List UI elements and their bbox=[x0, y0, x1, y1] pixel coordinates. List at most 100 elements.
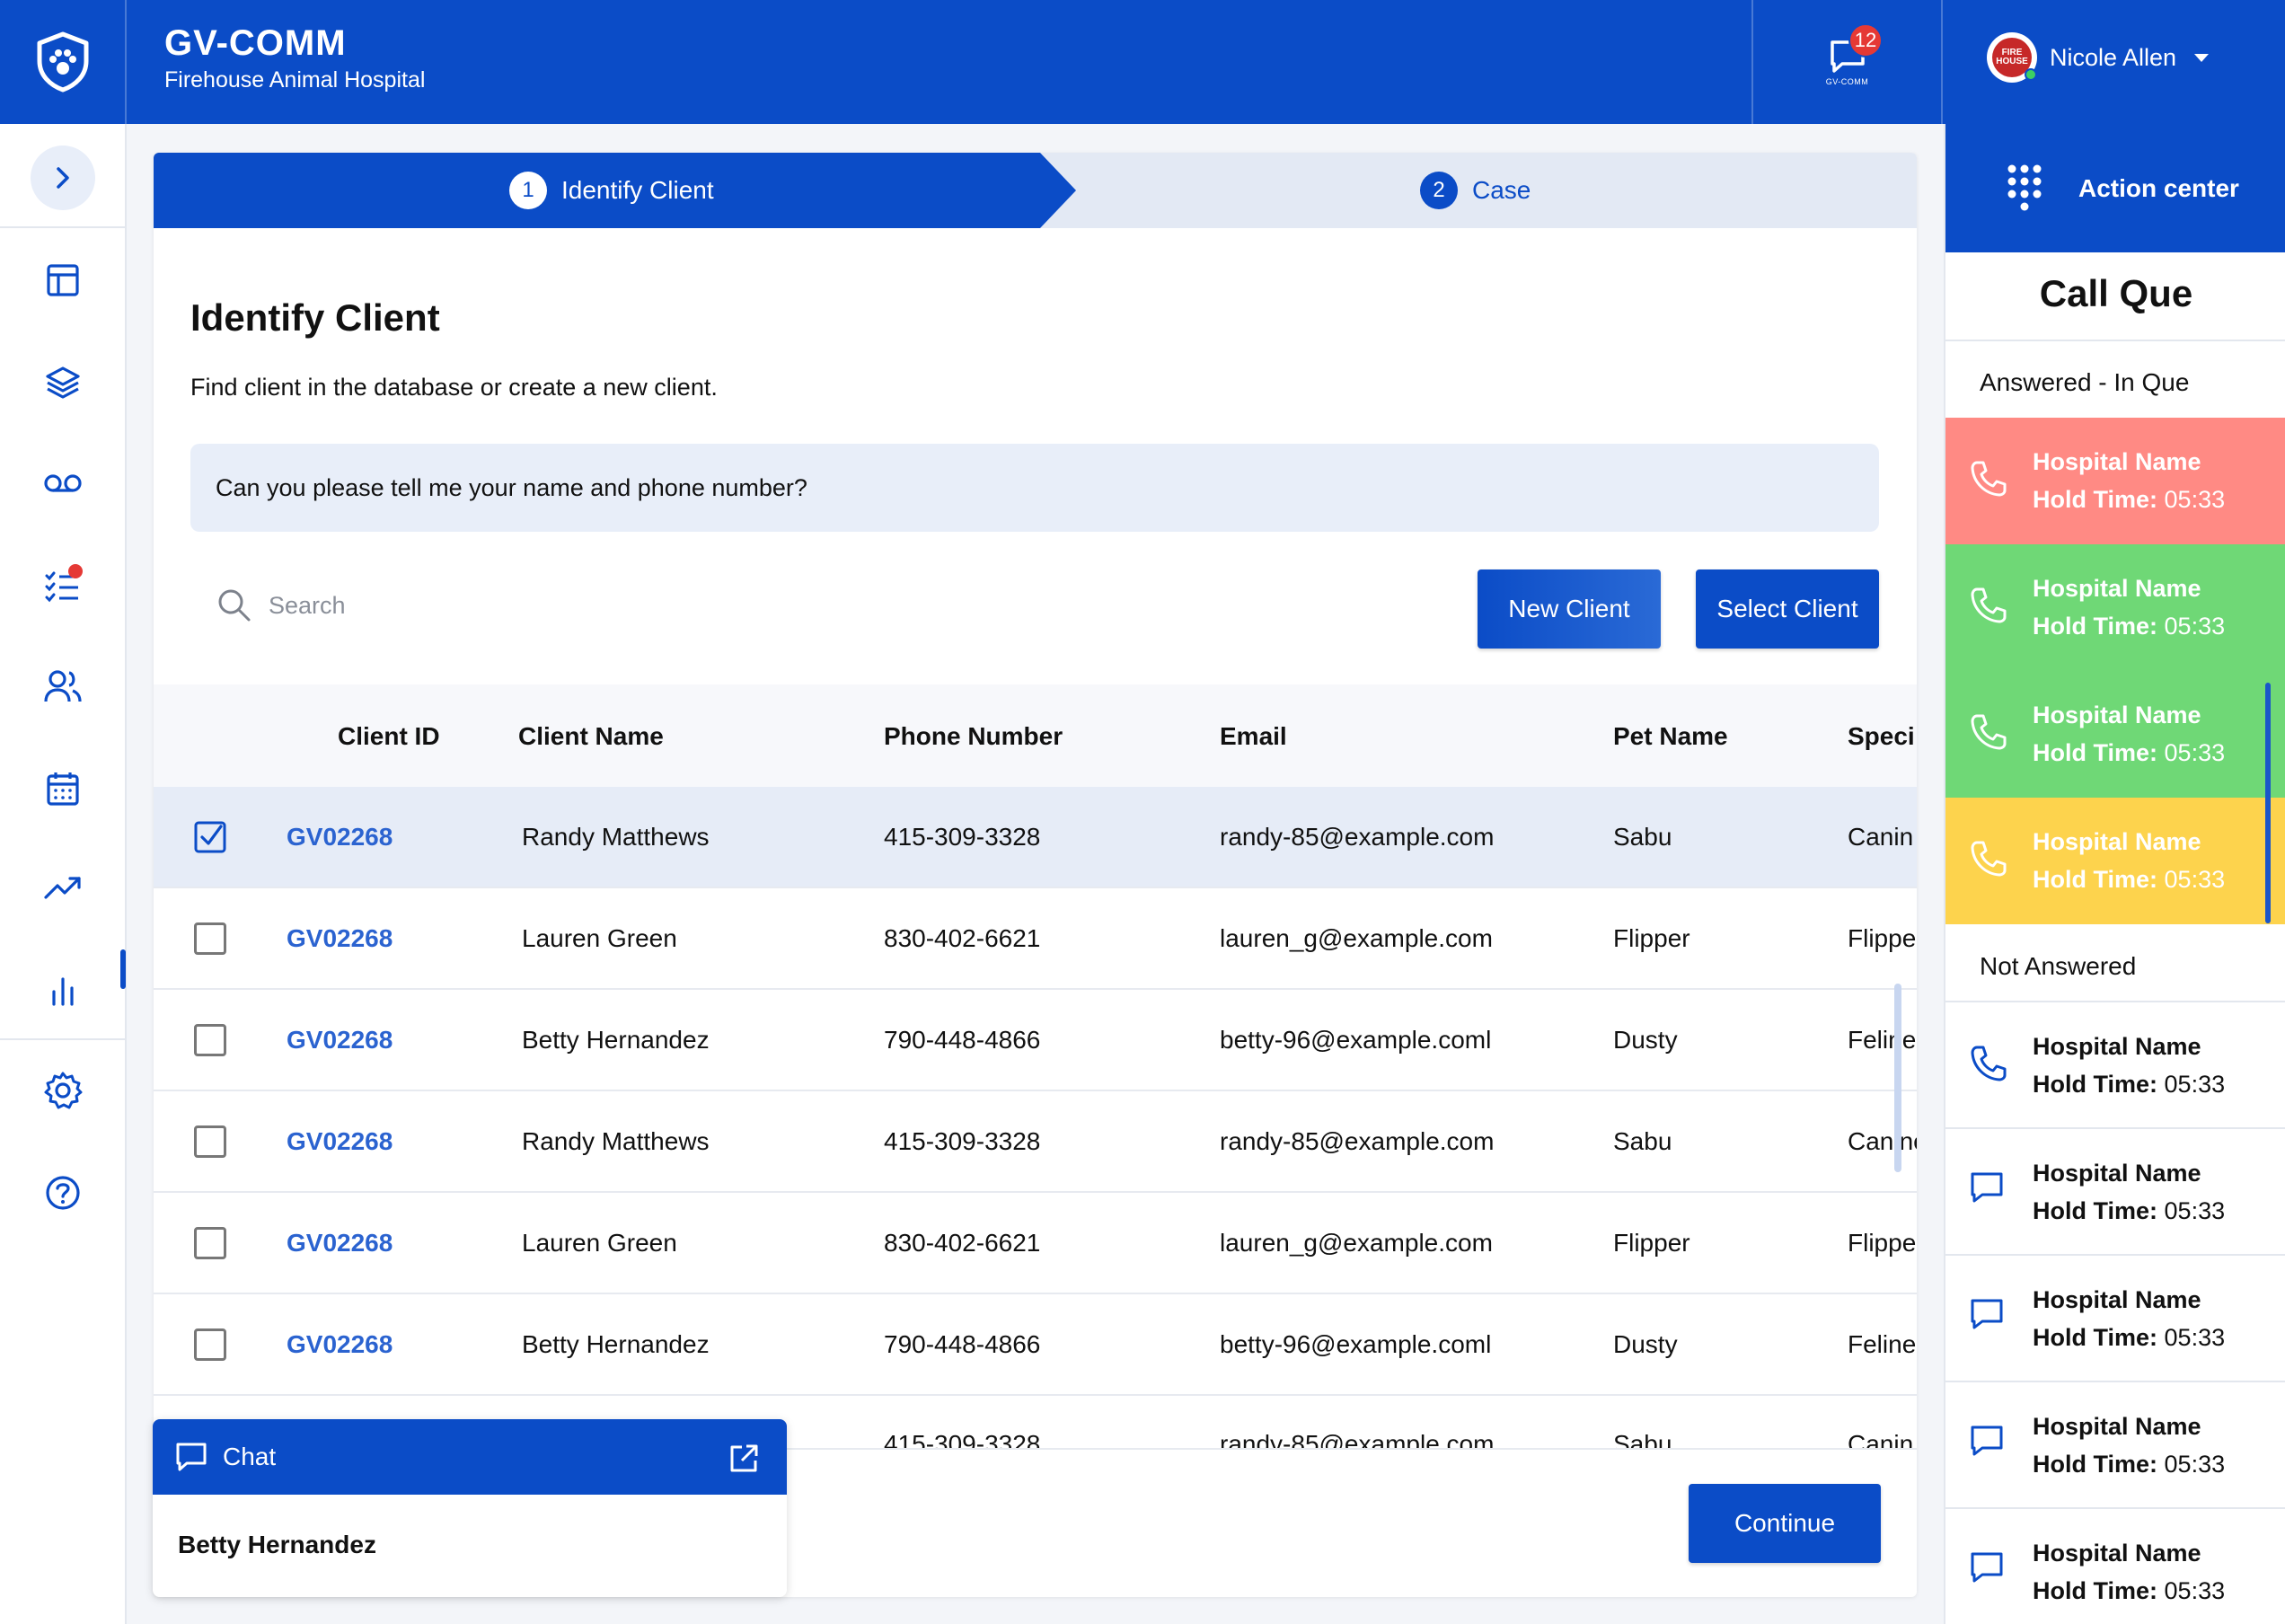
column-header[interactable]: Client ID bbox=[338, 722, 440, 751]
queue-card-not-answered[interactable]: Hospital Name Hold Time: 05:33 bbox=[1945, 1382, 2285, 1509]
column-header[interactable]: Phone Number bbox=[884, 722, 1063, 751]
row-checkbox[interactable] bbox=[194, 1227, 226, 1259]
page-title: Identify Client bbox=[190, 296, 440, 339]
hold-time-value: 05:33 bbox=[2164, 613, 2226, 640]
phone-icon bbox=[1971, 841, 2007, 877]
search-box[interactable]: Search bbox=[216, 587, 346, 623]
queue-scrollbar[interactable] bbox=[2265, 683, 2271, 923]
client-id-link[interactable]: GV02268 bbox=[287, 1229, 393, 1258]
continue-button[interactable]: Continue bbox=[1689, 1484, 1881, 1563]
client-id-link[interactable]: GV02268 bbox=[287, 823, 393, 852]
action-center-label: Action center bbox=[2078, 173, 2239, 202]
new-client-button[interactable]: New Client bbox=[1478, 569, 1661, 649]
phone-number: 415-309-3328 bbox=[884, 823, 1041, 851]
row-checkbox[interactable] bbox=[194, 1024, 226, 1056]
expand-sidebar-button[interactable] bbox=[31, 146, 95, 210]
users-icon bbox=[44, 670, 82, 702]
bar-chart-icon bbox=[52, 977, 74, 1006]
column-header[interactable]: Pet Name bbox=[1613, 722, 1728, 751]
table-row[interactable]: GV02268 Lauren Green 830-402-6621 lauren… bbox=[154, 1193, 1917, 1294]
sidebar-item-help[interactable] bbox=[41, 1171, 84, 1214]
pet-name: Sabu bbox=[1613, 1430, 1672, 1448]
phone-icon bbox=[1971, 1046, 2007, 1081]
queue-card-answered[interactable]: Hospital Name Hold Time: 05:33 bbox=[1945, 671, 2285, 798]
hold-time-label: Hold Time: bbox=[2033, 866, 2158, 893]
sidebar-item-dashboard[interactable] bbox=[41, 259, 84, 302]
checkbox-checked-icon[interactable] bbox=[194, 821, 226, 853]
row-checkbox[interactable] bbox=[194, 922, 226, 955]
queue-card-not-answered[interactable]: Hospital Name Hold Time: 05:33 bbox=[1945, 1129, 2285, 1256]
sidebar bbox=[0, 124, 127, 1624]
step-case[interactable]: 2 Case bbox=[1420, 153, 1531, 228]
client-name: Lauren Green bbox=[522, 1229, 677, 1257]
hold-time-value: 05:33 bbox=[2164, 866, 2226, 893]
sidebar-item-settings[interactable] bbox=[41, 1069, 84, 1112]
sidebar-item-tasks[interactable] bbox=[41, 564, 84, 607]
phone-number: 830-402-6621 bbox=[884, 924, 1041, 952]
species: Canine bbox=[1848, 1127, 1917, 1155]
column-header[interactable]: Email bbox=[1220, 722, 1287, 751]
sidebar-item-trends[interactable] bbox=[41, 866, 84, 909]
action-center-button[interactable]: Action center bbox=[1945, 124, 2285, 252]
row-checkbox[interactable] bbox=[194, 1125, 226, 1158]
hold-time-label: Hold Time: bbox=[2033, 739, 2158, 766]
table-row[interactable]: GV02268 Betty Hernandez 790-448-4866 bet… bbox=[154, 1294, 1917, 1396]
species: Flippe bbox=[1848, 1229, 1917, 1257]
table-row[interactable]: GV02268 Randy Matthews 415-309-3328 rand… bbox=[154, 1091, 1917, 1193]
queue-card-answered[interactable]: Hospital Name Hold Time: 05:33 bbox=[1945, 798, 2285, 924]
sidebar-item-voicemail[interactable] bbox=[41, 462, 84, 505]
queue-card-answered[interactable]: Hospital Name Hold Time: 05:33 bbox=[1945, 418, 2285, 544]
client-id-link[interactable]: GV02268 bbox=[287, 1026, 393, 1055]
sidebar-item-layers[interactable] bbox=[41, 361, 84, 404]
hold-time: Hold Time: 05:33 bbox=[2033, 1451, 2225, 1478]
client-id-link[interactable]: GV02268 bbox=[287, 1330, 393, 1359]
client-id-link[interactable]: GV02268 bbox=[287, 924, 393, 953]
queue-card-not-answered[interactable]: Hospital Name Hold Time: 05:33 bbox=[1945, 1002, 2285, 1129]
sidebar-item-clients[interactable] bbox=[41, 665, 84, 708]
messages-badge: 12 bbox=[1848, 23, 1883, 57]
hold-time-label: Hold Time: bbox=[2033, 1324, 2158, 1351]
client-id-link[interactable]: GV02268 bbox=[287, 1127, 393, 1156]
hold-time-label: Hold Time: bbox=[2033, 613, 2158, 640]
hold-time-label: Hold Time: bbox=[2033, 1451, 2158, 1478]
external-link-icon[interactable] bbox=[728, 1443, 760, 1475]
step-identify-client[interactable]: 1 Identify Client bbox=[509, 153, 714, 228]
column-header[interactable]: Client Name bbox=[518, 722, 664, 751]
queue-card-answered[interactable]: Hospital Name Hold Time: 05:33 bbox=[1945, 544, 2285, 671]
client-name: Randy Matthews bbox=[522, 1127, 710, 1155]
hold-time: Hold Time: 05:33 bbox=[2033, 1197, 2225, 1225]
online-status-dot bbox=[2025, 68, 2037, 81]
chat-contact-name[interactable]: Betty Hernandez bbox=[153, 1495, 787, 1559]
chat-icon bbox=[1971, 1425, 2003, 1456]
sidebar-item-calendar[interactable] bbox=[41, 767, 84, 810]
row-checkbox[interactable] bbox=[194, 1328, 226, 1361]
email: lauren_g@example.com bbox=[1220, 924, 1493, 952]
messages-button[interactable]: GV-COMM 12 bbox=[1751, 0, 1943, 124]
clients-table: Client ID Client Name Phone Number Email… bbox=[154, 684, 1917, 1448]
pet-name: Flipper bbox=[1613, 924, 1690, 952]
email: randy-85@example.com bbox=[1220, 1127, 1495, 1155]
email: lauren_g@example.com bbox=[1220, 1229, 1493, 1257]
email: betty-96@example.coml bbox=[1220, 1026, 1492, 1054]
brand: GV-COMM Firehouse Animal Hospital bbox=[164, 23, 425, 93]
search-input[interactable]: Search bbox=[269, 592, 346, 620]
table-row[interactable]: GV02268 Lauren Green 830-402-6621 lauren… bbox=[154, 888, 1917, 990]
sidebar-item-reports[interactable] bbox=[41, 968, 84, 1011]
chat-title: Chat bbox=[223, 1443, 277, 1470]
queue-card-not-answered[interactable]: Hospital Name Hold Time: 05:33 bbox=[1945, 1256, 2285, 1382]
phone-number: 415-309-3328 bbox=[884, 1430, 1041, 1448]
column-header[interactable]: Speci bbox=[1848, 722, 1915, 751]
logo[interactable] bbox=[0, 0, 127, 124]
script-prompt: Can you please tell me your name and pho… bbox=[190, 444, 1879, 532]
table-row[interactable]: GV02268 Betty Hernandez 790-448-4866 bet… bbox=[154, 990, 1917, 1091]
phone-number: 830-402-6621 bbox=[884, 1229, 1041, 1257]
tasks-notification-dot bbox=[68, 564, 83, 578]
hold-time-value: 05:33 bbox=[2164, 1071, 2226, 1098]
hold-time-value: 05:33 bbox=[2164, 1324, 2226, 1351]
table-scrollbar[interactable] bbox=[1894, 984, 1901, 1172]
select-client-button[interactable]: Select Client bbox=[1696, 569, 1879, 649]
user-menu[interactable]: FIRE HOUSE Nicole Allen bbox=[1987, 32, 2214, 83]
chat-header[interactable]: Chat bbox=[153, 1419, 787, 1495]
queue-card-not-answered[interactable]: Hospital Name Hold Time: 05:33 bbox=[1945, 1509, 2285, 1624]
table-row[interactable]: GV02268 Randy Matthews 415-309-3328 rand… bbox=[154, 787, 1917, 888]
